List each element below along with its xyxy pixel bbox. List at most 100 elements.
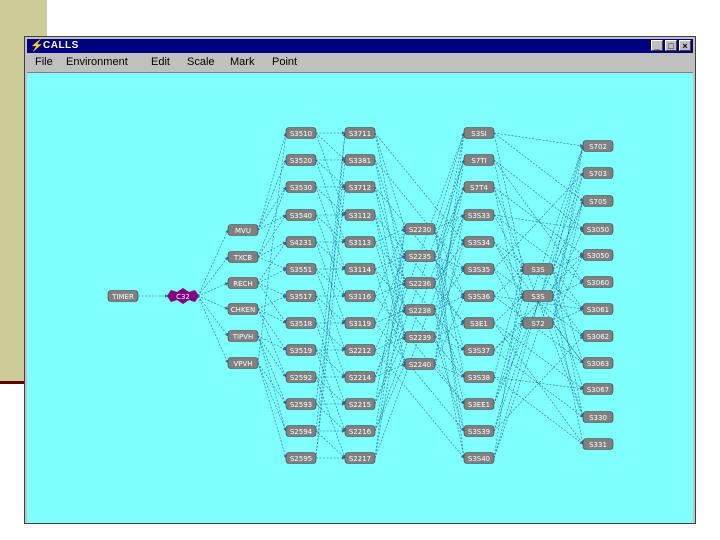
minimize-button[interactable]: _ (651, 40, 663, 51)
graph-node[interactable]: S3S36 (463, 290, 495, 302)
graph-node[interactable]: S3540 (285, 209, 317, 221)
graph-edge (493, 295, 584, 364)
graph-node[interactable]: TIPVH (227, 330, 259, 342)
graph-node[interactable]: S7T4 (463, 181, 495, 193)
graph-edge (197, 229, 229, 297)
graph-node[interactable]: S3EE1 (463, 398, 495, 410)
graph-node[interactable]: S3517 (285, 290, 317, 302)
title-bar[interactable]: ⚡ CALLS _ □ × (27, 39, 693, 53)
node-label: S330 (589, 414, 607, 422)
close-button[interactable]: × (679, 40, 691, 51)
node-label: S3S35 (468, 266, 490, 274)
menu-file[interactable]: File (35, 54, 53, 71)
graph-node[interactable]: S3S35 (463, 263, 495, 275)
graph-node[interactable]: S2215 (344, 398, 376, 410)
graph-node[interactable]: S3112 (344, 209, 376, 221)
graph-node[interactable]: S331 (582, 438, 614, 450)
graph-node[interactable]: S3711 (344, 127, 376, 139)
graph-node[interactable]: S705 (582, 195, 614, 207)
menu-mark[interactable]: Mark (230, 54, 254, 71)
graph-node[interactable]: S2240 (404, 358, 436, 370)
graph-node[interactable]: S4231 (285, 236, 317, 248)
node-label: S7T4 (470, 184, 488, 192)
node-label: S3540 (290, 212, 312, 220)
graph-node[interactable]: S3E1 (463, 317, 495, 329)
graph-edge (374, 255, 406, 324)
graph-node[interactable]: S3S38 (463, 371, 495, 383)
graph-node[interactable]: S3510 (285, 127, 317, 139)
graph-node[interactable]: S3119 (344, 317, 376, 329)
graph-node[interactable]: C32 (167, 288, 199, 304)
graph-node[interactable]: S3519 (285, 344, 317, 356)
node-label: S2595 (290, 455, 312, 463)
graph-node[interactable]: S2238 (404, 304, 436, 316)
graph-node[interactable]: S3S40 (463, 452, 495, 464)
graph-node[interactable]: S3067 (582, 383, 614, 395)
graph-edge (374, 228, 407, 405)
graph-node[interactable]: S2235 (404, 250, 436, 262)
graph-node[interactable]: S3114 (344, 263, 376, 275)
graph-node[interactable]: S72 (522, 317, 554, 329)
graph-node[interactable]: S2595 (285, 452, 317, 464)
graph-node[interactable]: S3063 (582, 357, 614, 369)
graph-node[interactable]: S3S33 (463, 209, 495, 221)
graph-node[interactable]: TXCB (227, 251, 259, 263)
graph-node[interactable]: S2592 (285, 371, 317, 383)
graph-node[interactable]: S2217 (344, 452, 376, 464)
graph-edge (257, 295, 287, 310)
maximize-button[interactable]: □ (665, 40, 677, 51)
graph-node[interactable]: S3062 (582, 330, 614, 342)
graph-node[interactable]: S702 (582, 140, 614, 152)
node-label: S703 (589, 170, 607, 178)
graph-node[interactable]: S3116 (344, 290, 376, 302)
menu-edit[interactable]: Edit (151, 54, 170, 71)
graph-edge (257, 362, 287, 405)
graph-node[interactable]: S3530 (285, 181, 317, 193)
graph-node[interactable]: RECH (227, 277, 259, 289)
graph-node[interactable]: S3520 (285, 154, 317, 166)
graph-canvas[interactable]: TIMER C32 MVU TXCB RECH CHKEN TIPVH VPVH S3510 S3… (27, 72, 693, 523)
node-label: S3S40 (468, 455, 490, 463)
node-label: S3060 (587, 279, 609, 287)
graph-edge (257, 241, 287, 258)
graph-node[interactable]: S2593 (285, 398, 317, 410)
graph-node[interactable]: S3518 (285, 317, 317, 329)
graph-node[interactable]: S3061 (582, 303, 614, 315)
calls-window: ⚡ CALLS _ □ × File Environment Edit Scal… (24, 36, 696, 524)
call-graph[interactable]: TIMER C32 MVU TXCB RECH CHKEN TIPVH VPVH S3510 S3… (27, 73, 693, 523)
menu-point[interactable]: Point (272, 54, 297, 71)
graph-node[interactable]: S3050 (582, 249, 614, 261)
graph-node[interactable]: S3S37 (463, 344, 495, 356)
graph-node[interactable]: S3060 (582, 276, 614, 288)
graph-node[interactable]: S3S (522, 263, 554, 275)
graph-node[interactable]: VPVH (227, 357, 259, 369)
graph-node[interactable]: S3S39 (463, 425, 495, 437)
graph-node[interactable]: S2239 (404, 331, 436, 343)
node-label: S3S37 (468, 347, 490, 355)
menu-environment[interactable]: Environment (66, 54, 128, 71)
graph-node[interactable]: S3S34 (463, 236, 495, 248)
graph-node[interactable]: S2214 (344, 371, 376, 383)
graph-node[interactable]: S3712 (344, 181, 376, 193)
graph-node[interactable]: S330 (582, 411, 614, 423)
graph-node[interactable]: S2594 (285, 425, 317, 437)
graph-node[interactable]: CHKEN (227, 303, 259, 315)
graph-node[interactable]: S3SI (463, 127, 495, 139)
graph-node[interactable]: S3551 (285, 263, 317, 275)
graph-node[interactable]: S3050 (582, 223, 614, 235)
graph-node[interactable]: S2236 (404, 277, 436, 289)
graph-node[interactable]: S3S (522, 290, 554, 302)
graph-node[interactable]: S2212 (344, 344, 376, 356)
graph-edge (493, 268, 524, 324)
graph-node[interactable]: S7TI (463, 154, 495, 166)
graph-node[interactable]: S2216 (344, 425, 376, 437)
menu-scale[interactable]: Scale (187, 54, 215, 71)
graph-node[interactable]: TIMER (107, 290, 139, 302)
graph-node[interactable]: S2230 (404, 223, 436, 235)
graph-node[interactable]: S3113 (344, 236, 376, 248)
node-label: CHKEN (231, 306, 255, 314)
graph-node[interactable]: S3381 (344, 154, 376, 166)
graph-node[interactable]: S703 (582, 167, 614, 179)
graph-node[interactable]: MVU (227, 224, 259, 236)
node-label: S7TI (471, 157, 486, 165)
